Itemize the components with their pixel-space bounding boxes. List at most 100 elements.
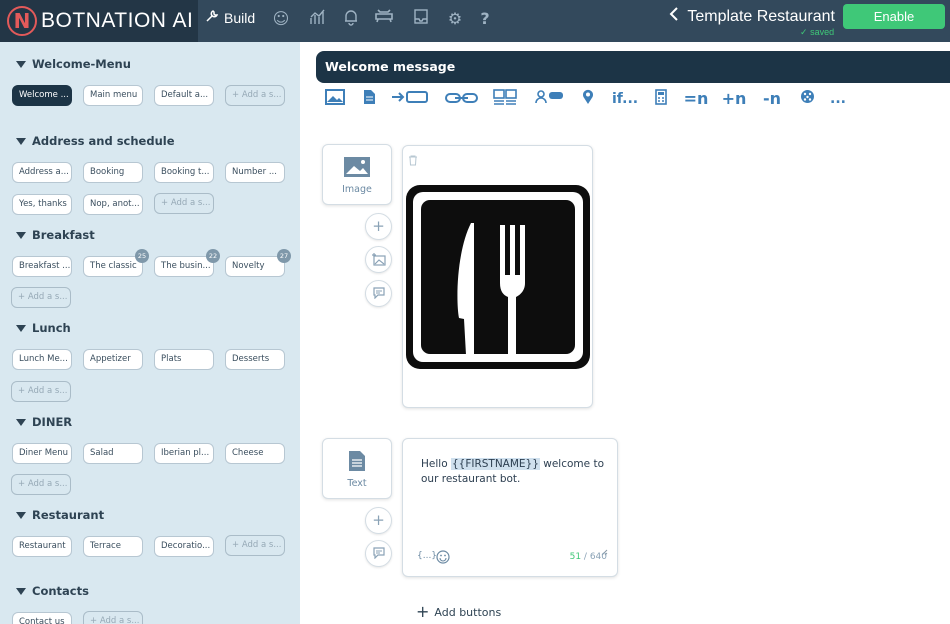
message-text-input[interactable]: Hello {{FIRSTNAME}} welcome to our resta… bbox=[421, 457, 611, 487]
count-badge: 22 bbox=[206, 249, 220, 263]
back-title[interactable]: Template Restaurant bbox=[669, 7, 835, 26]
add-block-button[interactable]: + bbox=[365, 507, 392, 534]
collapse-triangle-icon bbox=[16, 60, 26, 68]
collapse-triangle-icon bbox=[16, 137, 26, 145]
page-title: Template Restaurant bbox=[687, 7, 835, 25]
comment-icon[interactable] bbox=[365, 540, 392, 567]
sidebar-item[interactable]: The busin... bbox=[154, 256, 214, 277]
sidebar-item[interactable]: Restaurant bbox=[12, 536, 72, 557]
gallery-icon[interactable] bbox=[493, 89, 517, 109]
logo-text: BOTNATION AI bbox=[41, 9, 194, 32]
block-type-label: Image bbox=[342, 184, 372, 195]
count-badge: 27 bbox=[277, 249, 291, 263]
sidebar-item[interactable]: Default a... bbox=[154, 85, 214, 106]
sidebar-item[interactable]: Breakfast ... bbox=[12, 256, 72, 277]
sidebar-item[interactable]: Decoratio... bbox=[154, 536, 214, 557]
sidebar-item[interactable]: Nop, anot... bbox=[83, 194, 143, 215]
sidebar-item[interactable]: Number ... bbox=[225, 162, 285, 183]
sidebar-item[interactable]: Desserts bbox=[225, 349, 285, 370]
image-icon bbox=[323, 156, 391, 181]
section-title-breakfast[interactable]: Breakfast bbox=[16, 228, 95, 242]
count-badge: 25 bbox=[135, 249, 149, 263]
trash-icon[interactable] bbox=[408, 151, 418, 170]
comment-icon[interactable] bbox=[365, 280, 392, 307]
saved-status: ✓ saved bbox=[800, 27, 835, 37]
check-icon: ✓ bbox=[800, 27, 808, 37]
sidebar-item[interactable]: Main menu bbox=[83, 85, 143, 106]
sidebar-item[interactable]: Lunch Me... bbox=[12, 349, 72, 370]
enable-button[interactable]: Enable bbox=[843, 4, 945, 29]
section-title-address[interactable]: Address and schedule bbox=[16, 134, 175, 148]
sidebar-item[interactable]: Booking bbox=[83, 162, 143, 183]
section-title-welcome-menu[interactable]: Welcome-Menu bbox=[16, 57, 131, 71]
sidebar-item[interactable]: Iberian pl... bbox=[154, 443, 214, 464]
sidebar-item[interactable]: The classic bbox=[83, 256, 143, 277]
variable-chip[interactable]: {{FIRSTNAME}} bbox=[450, 458, 540, 470]
emoji-icon[interactable] bbox=[436, 549, 450, 568]
logo[interactable]: N BOTNATION AI bbox=[0, 0, 198, 42]
file-icon bbox=[323, 450, 391, 475]
text-block-type-card[interactable]: Text bbox=[322, 438, 392, 499]
add-sequence-button[interactable]: + Add a s... bbox=[11, 474, 71, 495]
sidebar-item[interactable]: Appetizer bbox=[83, 349, 143, 370]
sidebar-item[interactable]: Contact us bbox=[12, 612, 72, 624]
increment-variable-button[interactable]: +n bbox=[721, 89, 747, 109]
restaurant-image bbox=[404, 183, 592, 375]
add-sequence-button[interactable]: + Add a s... bbox=[225, 535, 285, 556]
dice-icon[interactable] bbox=[798, 89, 816, 109]
bell-icon[interactable] bbox=[340, 8, 362, 30]
add-buttons-link[interactable]: + Add buttons bbox=[416, 602, 501, 621]
insert-variable-button[interactable]: {...} bbox=[417, 551, 437, 561]
help-icon[interactable]: ? bbox=[474, 8, 496, 30]
gear-icon[interactable]: ⚙ bbox=[444, 8, 466, 30]
sidebar-item[interactable]: Cheese bbox=[225, 443, 285, 464]
sidebar-item[interactable]: Novelty bbox=[225, 256, 285, 277]
top-bar: N BOTNATION AI Build ☺ ⚙ ? Template Resta… bbox=[0, 0, 950, 42]
analytics-icon[interactable] bbox=[307, 8, 329, 30]
more-options-button[interactable]: ... bbox=[828, 89, 848, 109]
collapse-triangle-icon bbox=[16, 587, 26, 595]
add-sequence-button[interactable]: + Add a s... bbox=[11, 381, 71, 402]
logo-mark-icon: N bbox=[7, 6, 37, 36]
sidebar-item[interactable]: Plats bbox=[154, 349, 214, 370]
user-tag-icon[interactable] bbox=[535, 89, 565, 109]
build-nav-item[interactable]: Build bbox=[205, 9, 255, 26]
decrement-variable-button[interactable]: -n bbox=[759, 89, 785, 109]
sidebar-item[interactable]: Welcome ... bbox=[12, 85, 72, 106]
add-sequence-button[interactable]: + Add a s... bbox=[83, 611, 143, 624]
sidebar-item[interactable]: Yes, thanks bbox=[12, 194, 72, 215]
inbox-icon[interactable] bbox=[410, 8, 432, 30]
location-icon[interactable] bbox=[580, 89, 596, 109]
collapse-triangle-icon bbox=[16, 231, 26, 239]
space-invader-icon[interactable] bbox=[373, 8, 395, 30]
add-block-button[interactable]: + bbox=[365, 213, 392, 240]
sidebar-item[interactable]: Salad bbox=[83, 443, 143, 464]
add-image-icon[interactable] bbox=[365, 246, 392, 273]
image-icon[interactable] bbox=[324, 89, 346, 109]
sidebar-item[interactable]: Booking t... bbox=[154, 162, 214, 183]
plus-icon: + bbox=[416, 602, 430, 621]
robot-face-icon[interactable]: ☺ bbox=[270, 8, 292, 30]
assign-variable-button[interactable]: =n bbox=[683, 89, 709, 109]
section-title-contacts[interactable]: Contacts bbox=[16, 584, 89, 598]
link-icon[interactable] bbox=[445, 89, 478, 109]
add-sequence-button[interactable]: + Add a s... bbox=[11, 287, 71, 308]
section-title-restaurant[interactable]: Restaurant bbox=[16, 508, 104, 522]
text-block-content[interactable]: Hello {{FIRSTNAME}} welcome to our resta… bbox=[402, 438, 618, 577]
file-icon[interactable] bbox=[361, 89, 377, 109]
sidebar-item[interactable]: Diner Menu bbox=[12, 443, 72, 464]
add-sequence-button[interactable]: + Add a s... bbox=[154, 193, 214, 214]
message-header: Welcome message bbox=[316, 51, 950, 83]
calculator-icon[interactable] bbox=[653, 89, 669, 109]
add-sequence-button[interactable]: + Add a s... bbox=[225, 85, 285, 106]
condition-if-button[interactable]: if... bbox=[612, 89, 638, 109]
collapse-triangle-icon bbox=[16, 324, 26, 332]
sidebar-item[interactable]: Address a... bbox=[12, 162, 72, 183]
sidebar: Welcome-Menu Welcome ... Main menu Defau… bbox=[0, 42, 300, 624]
arrow-box-icon[interactable] bbox=[391, 89, 429, 109]
image-block-type-card[interactable]: Image bbox=[322, 144, 392, 205]
sidebar-item[interactable]: Terrace bbox=[83, 536, 143, 557]
section-title-lunch[interactable]: Lunch bbox=[16, 321, 71, 335]
section-title-diner[interactable]: DINER bbox=[16, 415, 72, 429]
image-block-content[interactable] bbox=[402, 145, 593, 408]
